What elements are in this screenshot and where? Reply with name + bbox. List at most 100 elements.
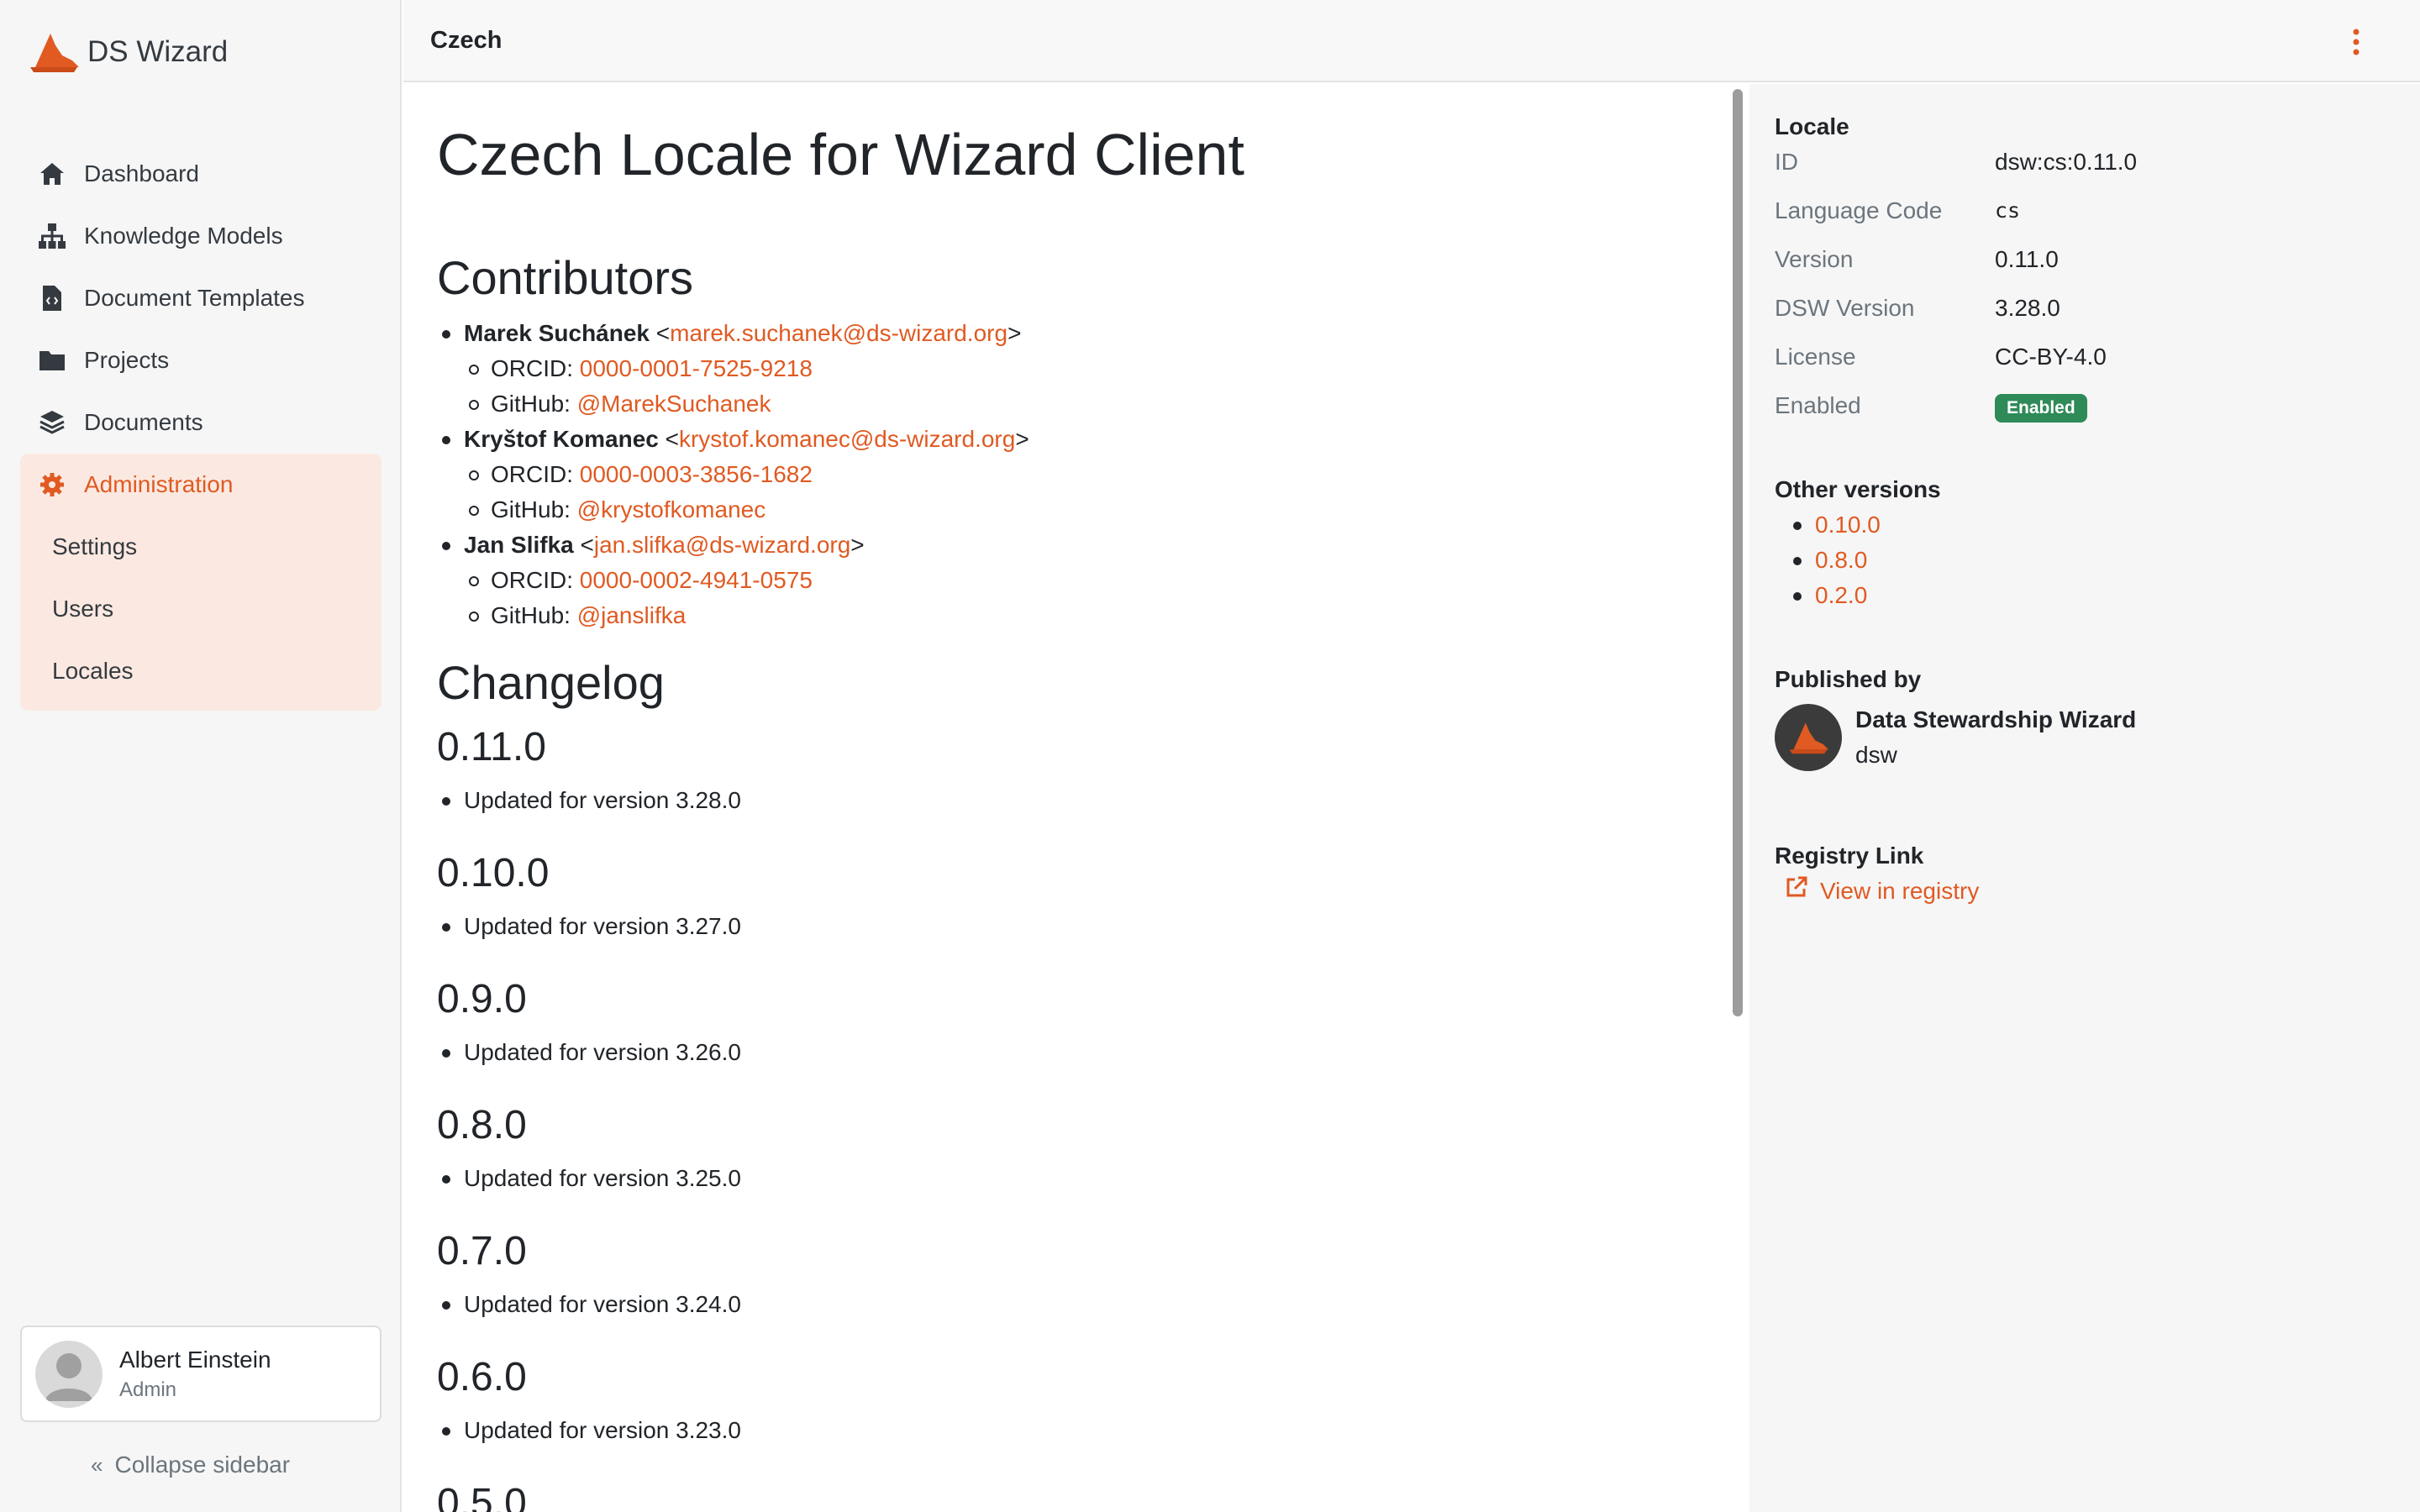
home-icon [37,159,67,189]
main-scrollbar[interactable] [1733,89,1743,1016]
list-item: ORCID: 0000-0001-7525-9218 [464,351,1697,386]
row-key: Version [1775,246,1854,272]
sidebar-subitem-users[interactable]: Users [20,578,381,640]
page-title: Czech Locale for Wizard Client [437,122,1244,187]
sidebar-subitem-label: Settings [52,533,138,559]
sidebar-subitem-locales[interactable]: Locales [20,640,381,702]
changelog-entry: Updated for version 3.26.0 [437,1035,1697,1070]
kebab-menu-icon[interactable] [2351,25,2361,59]
contributor-email-link[interactable]: jan.slifka@ds-wizard.org [594,532,850,558]
user-name: Albert Einstein [119,1346,271,1373]
sidebar-nav: Dashboard Knowledge Models Document Temp… [20,143,381,711]
sidebar-item-label: Dashboard [84,160,199,186]
changelog-version: 0.9.0 [437,977,527,1021]
sidebar-item-administration[interactable]: Administration [20,454,381,516]
contributors-heading: Contributors [437,251,694,304]
app-name: DS Wizard [87,35,229,68]
github-link[interactable]: @janslifka [577,602,687,628]
gear-icon [37,470,67,500]
orcid-link[interactable]: 0000-0003-3856-1682 [580,461,813,487]
changelog-version: 0.11.0 [437,725,546,769]
collapse-sidebar-button[interactable]: « Collapse sidebar [91,1452,290,1478]
top-bar: Czech [403,0,2420,82]
list-item: Jan Slifka <jan.slifka@ds-wizard.org> OR… [437,528,1697,633]
locale-version-row: Version 0.11.0 [1775,235,2396,284]
sidebar-subitem-settings[interactable]: Settings [20,516,381,578]
list-item: 0.2.0 [1775,578,2396,613]
double-chevron-left-icon: « [91,1452,103,1478]
github-label: GitHub: [491,496,571,522]
layers-icon [37,407,67,438]
list-item: 0.10.0 [1775,507,2396,543]
list-item: ORCID: 0000-0002-4941-0575 [464,563,1697,598]
user-menu[interactable]: Albert Einstein Admin [20,1326,381,1422]
orcid-label: ORCID: [491,461,573,487]
sidebar-item-projects[interactable]: Projects [20,329,381,391]
locale-dsw-version-row: DSW Version 3.28.0 [1775,284,2396,333]
contributor-name: Jan Slifka [464,532,574,558]
orcid-label: ORCID: [491,567,573,593]
sitemap-icon [37,221,67,251]
github-label: GitHub: [491,391,571,417]
orcid-link[interactable]: 0000-0002-4941-0575 [580,567,813,593]
avatar [35,1340,103,1408]
published-by-heading: Published by [1775,666,1922,692]
version-link[interactable]: 0.2.0 [1815,582,1867,608]
main-content: Czech Locale for Wizard Client Contribut… [403,84,1749,1512]
locale-language-row: Language Code cs [1775,186,2396,235]
other-versions-list: 0.10.0 0.8.0 0.2.0 [1775,507,2396,613]
row-value: 3.28.0 [1995,295,2060,321]
contributor-email-link[interactable]: krystof.komanec@ds-wizard.org [679,426,1015,452]
row-value: cs [1995,198,2021,223]
sidebar-item-label: Documents [84,409,203,435]
changelog-version: 0.7.0 [437,1229,527,1273]
sidebar: DS Wizard Dashboard Knowledge Models Doc… [0,0,402,1512]
github-link[interactable]: @MarekSuchanek [577,391,771,417]
list-item: Kryštof Komanec <krystof.komanec@ds-wiza… [437,422,1697,528]
contributors-list: Marek Suchánek <marek.suchanek@ds-wizard… [437,316,1697,633]
version-link[interactable]: 0.10.0 [1815,512,1881,538]
changelog-entry: Updated for version 3.25.0 [437,1161,1697,1196]
brand[interactable]: DS Wizard [29,30,228,74]
sidebar-subitem-label: Users [52,596,114,622]
sidebar-item-label: Document Templates [84,285,305,311]
list-item: GitHub: @janslifka [464,598,1697,633]
row-value: dsw:cs:0.11.0 [1995,149,2138,175]
changelog-version: 0.10.0 [437,851,550,895]
sidebar-item-label: Administration [84,471,234,497]
orcid-link[interactable]: 0000-0001-7525-9218 [580,355,813,381]
other-versions-heading: Other versions [1775,476,1941,502]
list-item: 0.8.0 [1775,543,2396,578]
sidebar-item-documents[interactable]: Documents [20,391,381,454]
status-badge: Enabled [1995,394,2087,423]
github-label: GitHub: [491,602,571,628]
registry-heading: Registry Link [1775,843,1924,869]
folder-icon [37,345,67,375]
row-key: Enabled [1775,392,1861,418]
sidebar-subitem-label: Locales [52,658,134,684]
contributor-email-link[interactable]: marek.suchanek@ds-wizard.org [670,320,1007,346]
row-key: ID [1775,149,1798,175]
orcid-label: ORCID: [491,355,573,381]
view-in-registry-link[interactable]: View in registry [1785,874,2396,909]
user-role: Admin [119,1378,177,1401]
file-code-icon [37,283,67,313]
sidebar-item-document-templates[interactable]: Document Templates [20,267,381,329]
locale-id-row: ID dsw:cs:0.11.0 [1775,138,2396,186]
changelog-version: 0.6.0 [437,1355,527,1399]
external-link-icon [1785,874,1808,909]
detail-panel: Locale ID dsw:cs:0.11.0 Language Code cs V… [1749,84,2420,1512]
page-header-title: Czech [430,27,502,54]
publisher-id: dsw [1855,742,1897,768]
github-link[interactable]: @krystofkomanec [577,496,766,522]
sidebar-item-knowledge-models[interactable]: Knowledge Models [20,205,381,267]
sidebar-item-label: Knowledge Models [84,223,283,249]
sidebar-item-dashboard[interactable]: Dashboard [20,143,381,205]
collapse-label: Collapse sidebar [114,1452,291,1478]
row-key: DSW Version [1775,295,1915,321]
version-link[interactable]: 0.8.0 [1815,547,1867,573]
list-item: GitHub: @MarekSuchanek [464,386,1697,422]
changelog-entry: Updated for version 3.23.0 [437,1413,1697,1448]
contributor-name: Kryštof Komanec [464,426,659,452]
sidebar-item-label: Projects [84,347,170,373]
